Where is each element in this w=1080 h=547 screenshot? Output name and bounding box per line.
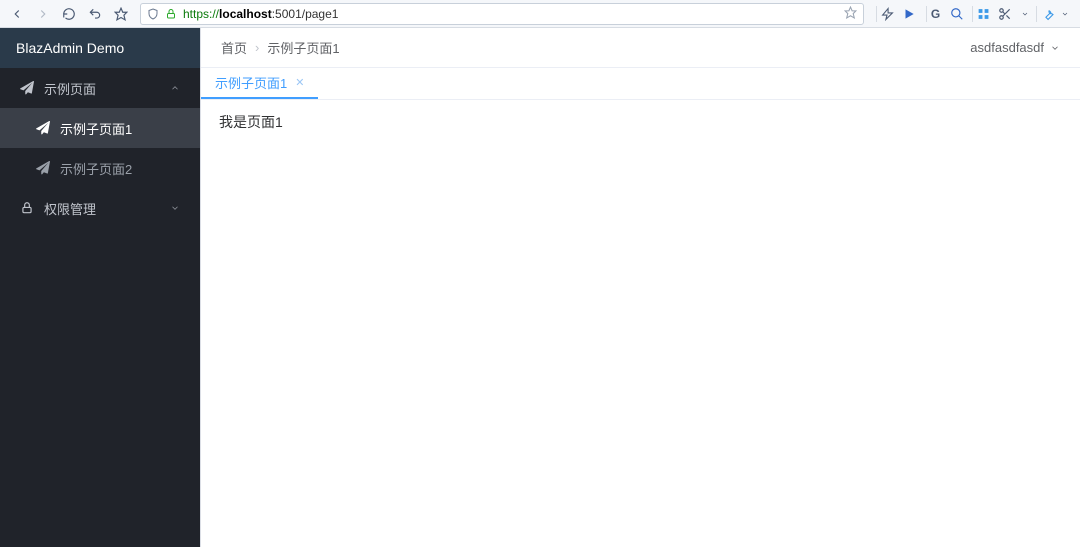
menu-item-page1[interactable]: 示例子页面1 xyxy=(0,108,200,148)
url-bar[interactable]: https://localhost:5001/page1 xyxy=(140,3,864,25)
menu-group-permissions-header[interactable]: 权限管理 xyxy=(0,188,200,228)
bolt-icon[interactable] xyxy=(876,5,894,23)
google-g-icon[interactable]: G xyxy=(924,5,942,23)
chevron-down-icon[interactable] xyxy=(1020,5,1030,23)
scissors-icon[interactable] xyxy=(996,5,1014,23)
app-title: BlazAdmin Demo xyxy=(0,28,200,68)
nav-forward-button[interactable] xyxy=(32,3,54,25)
menu-group-permissions: 权限管理 xyxy=(0,188,200,228)
menu-group-label: 示例页面 xyxy=(44,79,160,98)
menu-group-examples: 示例页面 示例子页面1 示例子页面2 xyxy=(0,68,200,188)
breadcrumb-item[interactable]: 首页 xyxy=(221,38,247,57)
browser-right-icons: G xyxy=(872,5,1074,23)
settings-wrench-icon[interactable] xyxy=(1036,5,1054,23)
search-icon[interactable] xyxy=(948,5,966,23)
paper-plane-icon xyxy=(36,121,50,135)
lock-icon xyxy=(20,201,34,215)
sidebar-menu: 示例页面 示例子页面1 示例子页面2 权限管理 xyxy=(0,68,200,547)
undo-button[interactable] xyxy=(84,3,106,25)
menu-item-label: 示例子页面2 xyxy=(60,159,132,178)
close-icon[interactable]: ✕ xyxy=(295,76,304,89)
shield-icon xyxy=(147,8,159,20)
bookmark-page-icon[interactable] xyxy=(844,6,857,22)
reload-button[interactable] xyxy=(58,3,80,25)
user-name: asdfasdfasdf xyxy=(970,40,1044,55)
tab-bar: 示例子页面1 ✕ xyxy=(201,68,1080,100)
breadcrumb-sep-icon: › xyxy=(255,40,259,55)
page-text: 我是页面1 xyxy=(219,112,1062,132)
app-root: BlazAdmin Demo 示例页面 示例子页面1 示例子页面2 xyxy=(0,28,1080,547)
page-content: 我是页面1 xyxy=(201,100,1080,547)
tab-page1[interactable]: 示例子页面1 ✕ xyxy=(201,68,318,99)
chevron-down-icon xyxy=(1050,43,1060,53)
paper-plane-icon xyxy=(36,161,50,175)
chevron-down-icon xyxy=(170,201,180,216)
menu-item-label: 示例子页面1 xyxy=(60,119,132,138)
tab-label: 示例子页面1 xyxy=(215,73,287,92)
bookmark-star-button[interactable] xyxy=(110,3,132,25)
menu-item-page2[interactable]: 示例子页面2 xyxy=(0,148,200,188)
url-text: https://localhost:5001/page1 xyxy=(183,7,838,21)
chevron-up-icon xyxy=(170,81,180,96)
play-icon[interactable] xyxy=(900,5,918,23)
menu-group-label: 权限管理 xyxy=(44,199,160,218)
menu-group-examples-header[interactable]: 示例页面 xyxy=(0,68,200,108)
main-panel: 首页 › 示例子页面1 asdfasdfasdf 示例子页面1 ✕ 我是页面1 xyxy=(200,28,1080,547)
sidebar: BlazAdmin Demo 示例页面 示例子页面1 示例子页面2 xyxy=(0,28,200,547)
topbar: 首页 › 示例子页面1 asdfasdfasdf xyxy=(201,28,1080,68)
browser-toolbar: https://localhost:5001/page1 G xyxy=(0,0,1080,28)
user-menu[interactable]: asdfasdfasdf xyxy=(970,40,1060,55)
paper-plane-icon xyxy=(20,81,34,95)
lock-icon xyxy=(165,8,177,20)
extensions-icon[interactable] xyxy=(972,5,990,23)
chevron-down-icon[interactable] xyxy=(1060,5,1070,23)
breadcrumb-item: 示例子页面1 xyxy=(267,38,339,57)
breadcrumb: 首页 › 示例子页面1 xyxy=(221,38,340,57)
nav-back-button[interactable] xyxy=(6,3,28,25)
